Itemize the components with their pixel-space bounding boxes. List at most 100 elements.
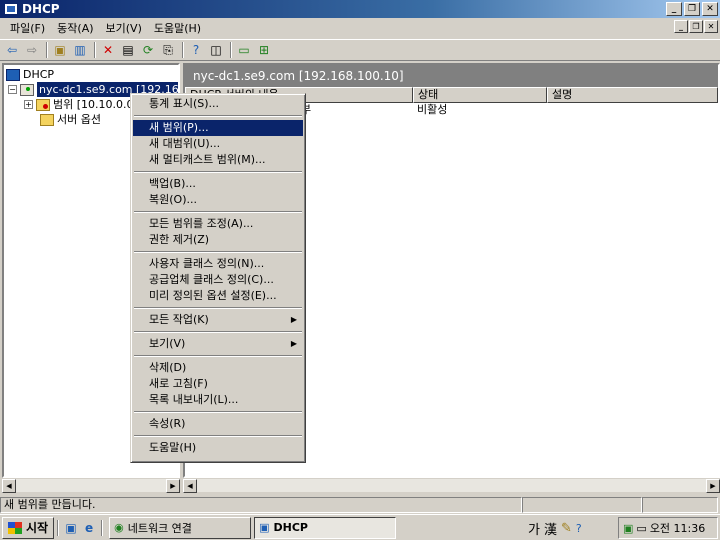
internet-explorer-icon[interactable]: e [80, 519, 98, 537]
options-folder-icon [40, 113, 54, 126]
close-button[interactable]: ✕ [702, 2, 718, 16]
context-menu-item[interactable]: 사용자 클래스 정의(N)... [133, 256, 303, 272]
menu-item-label: 속성(R) [149, 417, 186, 430]
submenu-arrow-icon: ▶ [290, 339, 297, 348]
clock[interactable]: 오전 11:36 [650, 520, 705, 536]
properties-icon[interactable]: ▤ [119, 41, 137, 59]
context-menu-item[interactable]: 백업(B)... [133, 176, 303, 192]
delete-icon[interactable]: ✕ [99, 41, 117, 59]
toolbar-separator [182, 42, 184, 58]
show-desktop-icon[interactable]: ▣ [62, 519, 80, 537]
taskbar: 시작 ▣ e ◉ 네트워크 연결 ▣ DHCP 가 漢 ✎ ? ▣ ▭ 오전 1… [0, 514, 720, 540]
context-menu-item[interactable]: 삭제(D) [133, 360, 303, 376]
status-bar: 새 범위를 만듭니다. [0, 496, 720, 514]
mdi-close-button[interactable]: ✕ [704, 20, 718, 33]
context-menu-item[interactable]: 보기(V) ▶ [133, 336, 303, 352]
context-menu-item[interactable]: 새 범위(P)... [133, 120, 303, 136]
context-menu-item[interactable]: 공급업체 클래스 정의(C)... [133, 272, 303, 288]
menu-item-label: 권한 제거(Z) [149, 233, 210, 246]
collapse-icon[interactable]: − [8, 85, 17, 94]
taskbar-separator [101, 519, 104, 536]
tree-node-scope[interactable]: + 범위 [10.10.0.0] [24, 97, 138, 112]
ime-help-icon[interactable]: ? [576, 522, 582, 535]
server-icon [20, 83, 34, 96]
start-button[interactable]: 시작 [2, 516, 55, 539]
network-computer-icon[interactable]: ⊞ [255, 41, 273, 59]
cell-status: 비활성 [417, 103, 448, 116]
scroll-right-icon[interactable]: ▶ [166, 479, 180, 493]
action-pane-icon[interactable]: ◫ [207, 41, 225, 59]
scroll-right-icon[interactable]: ▶ [706, 479, 720, 493]
tree-label: 범위 [10.10.0.0] [53, 98, 138, 111]
menu-item-label: 새로 고침(F) [149, 377, 208, 390]
window-title: DHCP [22, 2, 60, 16]
scope-folder-icon [36, 98, 50, 111]
context-menu-item[interactable]: 속성(R) [133, 416, 303, 432]
mdi-minimize-button[interactable]: _ [674, 20, 688, 33]
toolbar-separator [94, 42, 96, 58]
system-tray: ▣ ▭ 오전 11:36 [618, 517, 718, 539]
menu-view[interactable]: 보기(V) [100, 20, 148, 36]
window-controls: _ ❐ ✕ [666, 2, 718, 16]
cell-description [547, 103, 718, 117]
context-menu-item[interactable]: 통계 표시(S)... [133, 96, 303, 112]
menu-separator [134, 411, 302, 413]
menu-item-label: 목록 내보내기(L)... [149, 393, 239, 406]
status-text: 새 범위를 만듭니다. [0, 497, 522, 513]
context-menu-item[interactable]: 새 멀티캐스트 범위(M)... [133, 152, 303, 168]
menu-separator [134, 251, 302, 253]
menu-separator [134, 331, 302, 333]
restore-button[interactable]: ❐ [684, 2, 700, 16]
scroll-track[interactable] [197, 479, 706, 492]
menu-item-label: 삭제(D) [149, 361, 187, 374]
monitor-tray-icon[interactable]: ▭ [636, 522, 646, 535]
context-menu-item[interactable]: 복원(O)... [133, 192, 303, 208]
context-menu-item[interactable]: 새로 고침(F) [133, 376, 303, 392]
back-icon[interactable]: ⇦ [3, 41, 21, 59]
forward-icon[interactable]: ⇨ [23, 41, 41, 59]
menu-item-label: 모든 작업(K) [149, 313, 209, 326]
context-menu-item[interactable]: 미리 정의된 옵션 설정(E)... [133, 288, 303, 304]
ime-indicator[interactable]: 가 漢 ✎ ? [528, 518, 582, 538]
menu-help[interactable]: 도움말(H) [148, 20, 207, 36]
menu-item-label: 복원(O)... [149, 193, 197, 206]
scroll-track[interactable] [16, 479, 166, 492]
tree-node-server-options[interactable]: 서버 옵션 [40, 112, 101, 127]
context-menu-item[interactable]: 목록 내보내기(L)... [133, 392, 303, 408]
show-hide-tree-icon[interactable]: ▥ [71, 41, 89, 59]
network-icon: ◉ [114, 521, 124, 534]
expand-icon[interactable]: + [24, 100, 33, 109]
menu-separator [134, 435, 302, 437]
column-header-status[interactable]: 상태 [413, 87, 547, 103]
tree-horizontal-scrollbar[interactable]: ◀ ▶ [2, 478, 180, 493]
submenu-arrow-icon: ▶ [290, 315, 297, 324]
task-network-connections[interactable]: ◉ 네트워크 연결 [109, 516, 252, 539]
up-folder-icon[interactable]: ▣ [51, 41, 69, 59]
context-menu-item[interactable]: 권한 제거(Z) [133, 232, 303, 248]
refresh-icon[interactable]: ⟳ [139, 41, 157, 59]
context-menu-item[interactable]: 도움말(H) [133, 440, 303, 456]
menu-action[interactable]: 동작(A) [51, 20, 99, 36]
column-header-description[interactable]: 설명 [547, 87, 718, 103]
minimize-button[interactable]: _ [666, 2, 682, 16]
tree-node-dhcp[interactable]: DHCP [6, 67, 54, 82]
ime-hangul[interactable]: 가 [528, 519, 540, 538]
detail-horizontal-scrollbar[interactable]: ◀ ▶ [183, 478, 720, 493]
scroll-left-icon[interactable]: ◀ [183, 479, 197, 493]
menu-item-label: 공급업체 클래스 정의(C)... [149, 273, 274, 286]
context-menu-item[interactable]: 모든 범위를 조정(A)... [133, 216, 303, 232]
ime-hanja[interactable]: 漢 [544, 519, 557, 538]
ime-tool-icon[interactable]: ✎ [561, 521, 572, 536]
mdi-restore-button[interactable]: ❐ [689, 20, 703, 33]
task-dhcp[interactable]: ▣ DHCP [254, 516, 397, 539]
title-bar[interactable]: DHCP _ ❐ ✕ [0, 0, 720, 18]
context-menu-item[interactable]: 새 대범위(U)... [133, 136, 303, 152]
computer-icon[interactable]: ▭ [235, 41, 253, 59]
menu-file[interactable]: 파일(F) [4, 20, 51, 36]
context-menu-item[interactable]: 모든 작업(K) ▶ [133, 312, 303, 328]
network-tray-icon[interactable]: ▣ [623, 522, 633, 535]
menu-item-label: 도움말(H) [149, 441, 197, 454]
scroll-left-icon[interactable]: ◀ [2, 479, 16, 493]
help-icon[interactable]: ? [187, 41, 205, 59]
export-list-icon[interactable]: ⎘ [159, 41, 177, 59]
